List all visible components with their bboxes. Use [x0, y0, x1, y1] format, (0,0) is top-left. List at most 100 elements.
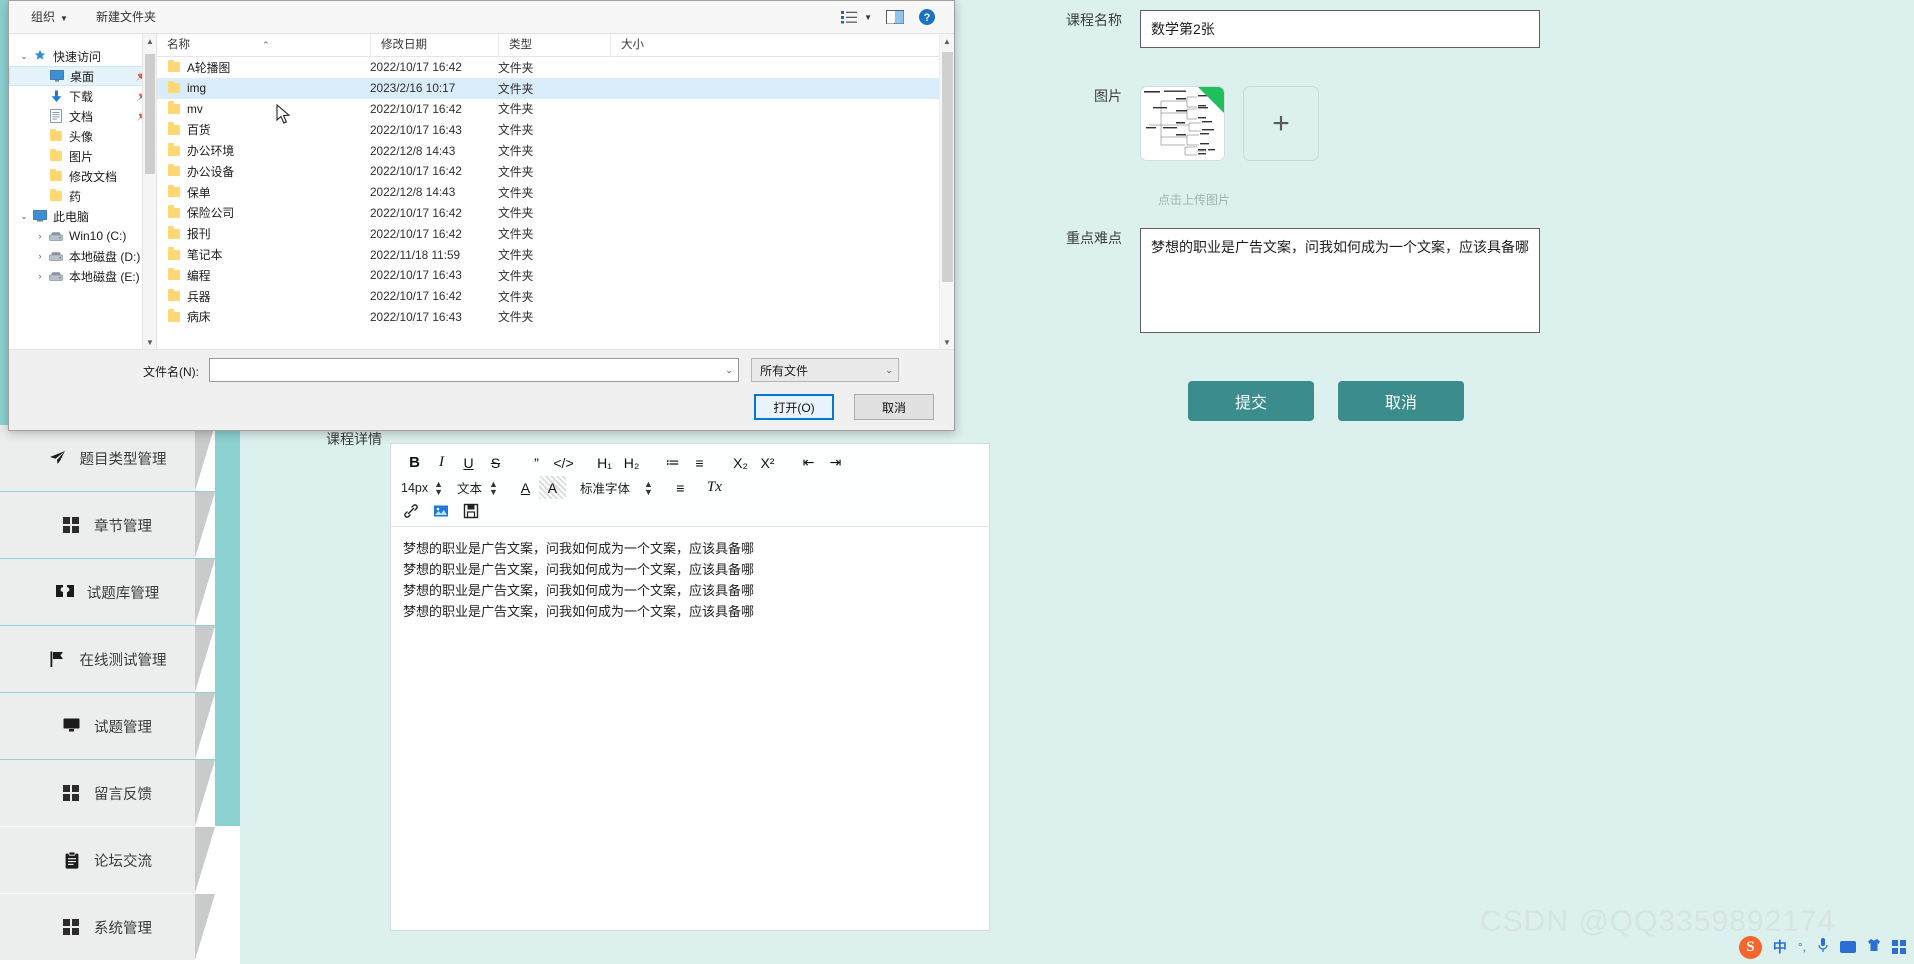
file-row[interactable]: A轮播图 2022/10/17 16:42 文件夹 [157, 57, 954, 78]
add-image-button[interactable]: + [1243, 86, 1319, 161]
chevron-updown-icon: ▲ ▼ [434, 478, 444, 497]
file-row[interactable]: img 2023/2/16 10:17 文件夹 [157, 77, 954, 99]
filetype-select[interactable]: 所有文件 ⌄ [751, 358, 899, 382]
file-type-cell: 文件夹 [498, 268, 534, 283]
superscript-button[interactable]: X² [754, 451, 781, 474]
indent-button[interactable]: ⇥ [822, 451, 849, 474]
clear-format-button[interactable]: Tx [701, 476, 728, 499]
tree-item-2[interactable]: 桌面📌 [9, 66, 156, 86]
sidebar-item-8[interactable]: 系统管理 [0, 894, 215, 960]
scroll-up-icon[interactable]: ▲ [143, 34, 156, 50]
sidebar-item-3[interactable]: 试题库管理 [0, 559, 215, 625]
tree-item-7[interactable]: 修改文档 [9, 166, 156, 186]
editor-content[interactable]: 梦想的职业是广告文案，问我如何成为一个文案，应该具备哪 梦想的职业是广告文案，问我… [391, 527, 989, 959]
course-name-input[interactable] [1140, 10, 1540, 48]
heading1-button[interactable]: H₁ [591, 451, 618, 474]
filename-field[interactable]: ⌄ [209, 358, 739, 382]
file-row[interactable]: 编程 2022/10/17 16:43 文件夹 [157, 265, 954, 286]
view-list-icon[interactable] [841, 10, 858, 24]
tree-item-12[interactable]: › 本地磁盘 (E:) [9, 266, 156, 286]
column-header-name[interactable]: 名称 ⌃ [157, 34, 370, 57]
column-header-date[interactable]: 修改日期 [370, 34, 498, 57]
folder-icon [168, 267, 180, 281]
sidebar-item-6[interactable]: 留言反馈 [0, 760, 215, 826]
keyboard-icon[interactable] [1840, 941, 1856, 953]
tree-item-4[interactable]: 文档📌 [9, 106, 156, 126]
sidebar-item-7[interactable]: 论坛交流 [0, 827, 215, 893]
punctuation-icon[interactable]: °, [1798, 941, 1806, 953]
sogou-input-icon[interactable]: S [1738, 935, 1762, 959]
cancel-button[interactable]: 取消 [1338, 381, 1464, 421]
organize-menu[interactable]: 组织 ▼ [17, 5, 82, 29]
skin-icon[interactable] [1867, 938, 1881, 956]
keypoint-textarea[interactable]: 梦想的职业是广告文案，问我如何成为一个文案，应该具备哪 [1140, 228, 1540, 333]
blockquote-button[interactable]: ” [523, 451, 550, 474]
code-button[interactable]: </> [550, 451, 577, 474]
tree-scroll-thumb[interactable] [145, 54, 155, 174]
microphone-icon[interactable] [1817, 937, 1829, 957]
file-row[interactable]: 报刊 2022/10/17 16:42 文件夹 [157, 223, 954, 244]
toolbox-icon[interactable] [1892, 940, 1906, 954]
save-icon[interactable] [463, 503, 479, 519]
column-header-type[interactable]: 类型 [498, 34, 610, 57]
tree-item-8[interactable]: 药 [9, 186, 156, 206]
tree-item-3[interactable]: 下载📌 [9, 86, 156, 106]
sidebar-item-5[interactable]: 试题管理 [0, 693, 215, 759]
sidebar-item-1[interactable]: 题目类型管理 [0, 425, 215, 491]
file-row[interactable]: 兵器 2022/10/17 16:42 文件夹 [157, 286, 954, 307]
list-scroll-thumb[interactable] [942, 52, 953, 282]
chevron-right-icon[interactable]: › [33, 271, 47, 281]
chevron-right-icon[interactable]: › [33, 231, 47, 241]
tree-scrollbar[interactable]: ▲ ▼ [142, 34, 156, 351]
italic-button[interactable]: I [428, 451, 455, 474]
underline-button[interactable]: U [455, 451, 482, 474]
align-button[interactable]: ≡ [667, 476, 694, 499]
help-icon[interactable]: ? [918, 8, 936, 26]
heading2-button[interactable]: H₂ [618, 451, 645, 474]
chevron-down-icon[interactable]: ⌄ [17, 211, 31, 222]
text-style-select[interactable]: 文本 ▲ ▼ [457, 477, 498, 499]
folder-icon [168, 309, 180, 322]
submit-button[interactable]: 提交 [1188, 381, 1314, 421]
link-icon[interactable] [403, 503, 419, 519]
highlight-color-button[interactable]: A [538, 476, 566, 499]
file-row[interactable]: 笔记本 2022/11/18 11:59 文件夹 [157, 244, 954, 265]
sidebar-item-2[interactable]: 章节管理 [0, 492, 215, 558]
file-row[interactable]: 办公环境 2022/12/8 14:43 文件夹 [157, 140, 954, 161]
chevron-down-icon[interactable]: ⌄ [17, 51, 31, 62]
font-family-select[interactable]: 标准字体 ▲ ▼ [580, 477, 653, 499]
chevron-right-icon[interactable]: › [33, 251, 47, 261]
chevron-down-icon[interactable]: ▼ [864, 13, 872, 22]
filename-input[interactable] [210, 359, 720, 381]
outdent-button[interactable]: ⇤ [795, 451, 822, 474]
tree-item-1[interactable]: ⌄ 快速访问 [9, 46, 156, 66]
preview-pane-icon[interactable] [886, 10, 904, 24]
image-thumbnail[interactable] [1140, 86, 1225, 161]
font-color-button[interactable]: A [512, 476, 539, 499]
file-row[interactable]: 病床 2022/10/17 16:43 文件夹 [157, 307, 954, 328]
tree-item-11[interactable]: › 本地磁盘 (D:) [9, 246, 156, 266]
unordered-list-button[interactable]: ≡ [686, 451, 713, 474]
new-folder-button[interactable]: 新建文件夹 [82, 5, 170, 29]
tree-item-5[interactable]: 头像 [9, 126, 156, 146]
sidebar-item-4[interactable]: 在线测试管理 [0, 626, 215, 692]
column-header-size[interactable]: 大小 [610, 34, 700, 57]
tree-item-10[interactable]: › Win10 (C:) [9, 226, 156, 246]
dialog-cancel-button[interactable]: 取消 [854, 394, 934, 420]
image-icon[interactable] [433, 503, 449, 519]
chinese-mode-icon[interactable]: 中 [1773, 940, 1787, 954]
file-row[interactable]: 办公设备 2022/10/17 16:42 文件夹 [157, 161, 954, 182]
file-row[interactable]: 保险公司 2022/10/17 16:42 文件夹 [157, 203, 954, 224]
file-list-scrollbar[interactable]: ▲ ▼ [939, 34, 954, 351]
scroll-up-icon[interactable]: ▲ [940, 34, 954, 50]
subscript-button[interactable]: X₂ [727, 451, 754, 474]
file-row[interactable]: 保单 2022/12/8 14:43 文件夹 [157, 182, 954, 203]
ordered-list-button[interactable]: ≔ [659, 451, 686, 474]
strikethrough-button[interactable]: S [482, 451, 509, 474]
tree-item-6[interactable]: 图片 [9, 146, 156, 166]
bold-button[interactable]: B [401, 451, 428, 474]
font-size-select[interactable]: 14px ▲ ▼ [401, 477, 443, 499]
open-button[interactable]: 打开(O) [754, 394, 834, 420]
chevron-down-icon[interactable]: ⌄ [720, 365, 738, 376]
tree-item-9[interactable]: ⌄ 此电脑 [9, 206, 156, 226]
